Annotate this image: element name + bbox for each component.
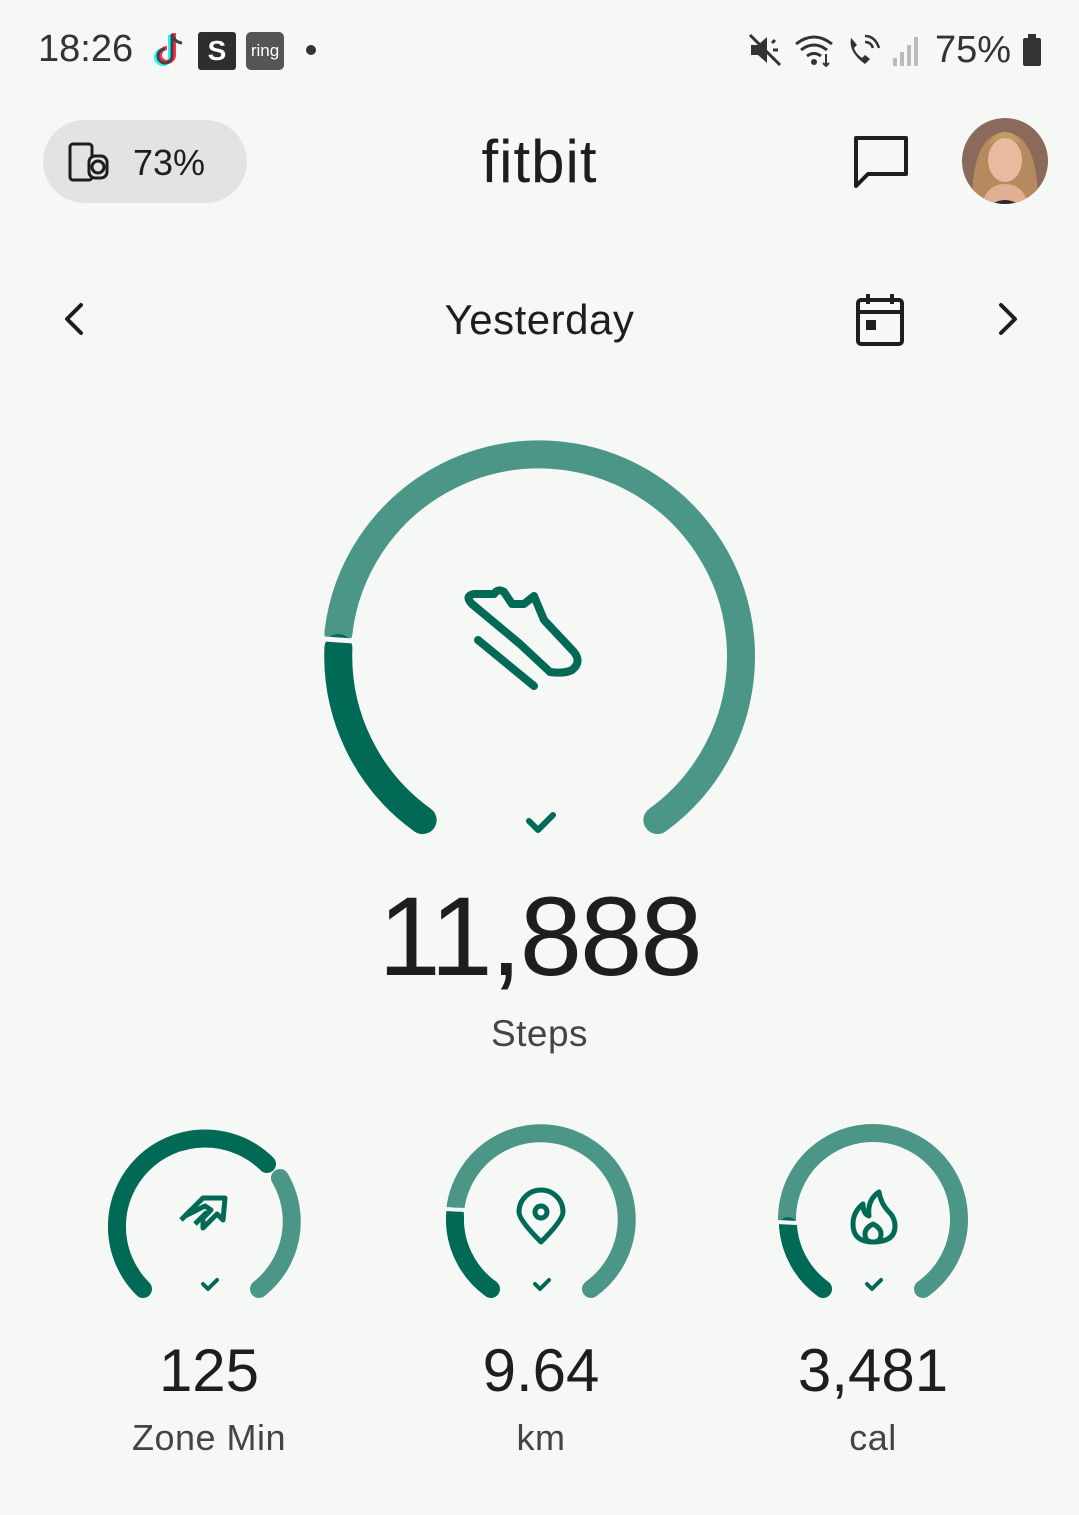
battery-percent: 75%: [934, 28, 1011, 71]
calories-goal-check-icon: [865, 1278, 883, 1291]
fitbit-today-screen: 18:26 S ring 75% 73% fitbit Yesterday 11…: [0, 0, 1079, 1515]
s-app-icon: S: [198, 32, 236, 70]
flame-icon: [850, 1189, 898, 1245]
calories-label: cal: [849, 1417, 897, 1458]
steps-goal-check-icon: [526, 812, 556, 833]
messages-icon[interactable]: [850, 134, 912, 190]
next-day-chevron-icon[interactable]: [987, 296, 1027, 342]
profile-avatar[interactable]: [962, 118, 1048, 204]
ring-app-icon: ring: [246, 32, 284, 70]
distance-label: km: [516, 1417, 566, 1458]
distance-value: 9.64: [482, 1337, 600, 1404]
wifi-icon: [795, 35, 833, 68]
steps-progress-ring[interactable]: [310, 426, 770, 886]
status-time: 18:26: [38, 28, 134, 70]
distance-ring: [444, 1124, 636, 1298]
more-notifications-dot: [306, 45, 316, 55]
zone-minutes-label: Zone Min: [131, 1417, 287, 1458]
steps-label: Steps: [490, 1013, 589, 1054]
calories-stat[interactable]: 3,481 cal: [763, 1112, 983, 1472]
date-label[interactable]: Yesterday: [0, 296, 1079, 344]
steps-ring-track: [324, 440, 755, 835]
tiktok-icon: [154, 33, 183, 66]
steps-ring-fill: [324, 634, 437, 835]
zone-minutes-value: 125: [158, 1337, 260, 1404]
shoe-icon: [464, 586, 582, 690]
location-pin-icon: [516, 1187, 566, 1245]
zone-minutes-stat[interactable]: 125 Zone Min: [99, 1112, 319, 1472]
status-bar: 18:26 S ring 75%: [0, 0, 1079, 100]
wifi-calling-icon: [850, 34, 881, 64]
calendar-icon[interactable]: [852, 290, 908, 350]
calories-value: 3,481: [797, 1337, 949, 1404]
status-right-group: 75%: [747, 26, 1043, 74]
distance-stat[interactable]: 9.64 km: [431, 1112, 651, 1472]
steps-value[interactable]: 11,888: [0, 872, 1079, 1001]
battery-icon: [1023, 34, 1041, 66]
zone-minutes-goal-check-icon: [201, 1278, 219, 1291]
app-title: fitbit: [481, 128, 598, 195]
distance-goal-check-icon: [533, 1278, 551, 1291]
zone-minutes-ring: [107, 1129, 301, 1298]
zone-minutes-icon: [179, 1195, 228, 1231]
mute-icon: [748, 33, 781, 67]
signal-icon: [892, 37, 918, 66]
calories-ring: [776, 1124, 968, 1298]
